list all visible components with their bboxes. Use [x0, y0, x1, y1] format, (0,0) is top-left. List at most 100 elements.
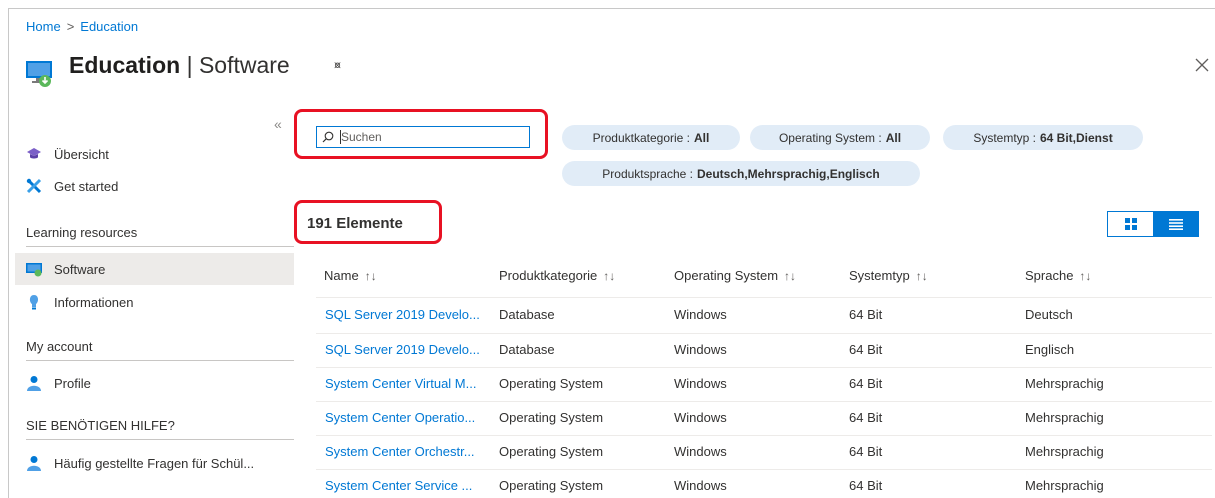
sidebar-item-label: Profile [54, 375, 91, 391]
grid-view-button[interactable] [1108, 212, 1153, 236]
section-my-account: My account [26, 339, 294, 361]
sort-icon: ↑↓ [1079, 269, 1092, 283]
row-name-link[interactable]: System Center Orchestr... [325, 444, 475, 459]
filter-produktsprache[interactable]: Produktsprache : Deutsch,Mehrsprachig,Eng… [562, 161, 920, 186]
graduation-cap-icon [26, 146, 42, 162]
search-input[interactable] [341, 130, 521, 144]
search-icon [322, 131, 334, 143]
sort-icon: ↑↓ [784, 269, 797, 283]
sort-icon: ↑↓ [603, 269, 616, 283]
row-name-link[interactable]: SQL Server 2019 Develo... [325, 307, 480, 322]
close-icon[interactable] [1195, 58, 1209, 72]
search-box[interactable] [316, 126, 530, 148]
filter-label: Systemtyp : [973, 130, 1036, 145]
row-category: Operating System [499, 444, 604, 459]
row-category: Operating System [499, 478, 604, 493]
row-systemtyp: 64 Bit [849, 342, 883, 357]
row-name-link[interactable]: System Center Service ... [325, 478, 472, 493]
collapse-sidebar-button[interactable]: « [274, 116, 282, 132]
breadcrumb-education-link[interactable]: Education [80, 19, 138, 34]
row-os: Windows [674, 410, 727, 425]
sidebar-item-label: Informationen [54, 294, 134, 310]
sidebar-item-overview[interactable]: Übersicht [26, 146, 109, 162]
person-icon [26, 455, 42, 471]
row-sprache: Mehrsprachig [1025, 478, 1104, 493]
column-header-systemtyp[interactable]: Systemtyp ↑↓ [849, 268, 928, 283]
info-icon [26, 294, 42, 310]
row-category: Database [499, 342, 555, 357]
row-systemtyp: 64 Bit [849, 410, 883, 425]
column-header-operating-system[interactable]: Operating System ↑↓ [674, 268, 796, 283]
row-systemtyp: 64 Bit [849, 444, 883, 459]
sidebar-item-software[interactable]: Software [26, 261, 105, 277]
software-download-icon [26, 61, 52, 87]
breadcrumb-separator: > [66, 19, 75, 34]
page-title-sub: Software [198, 52, 290, 78]
row-category: Operating System [499, 410, 604, 425]
row-category: Database [499, 307, 555, 322]
sidebar-item-get-started[interactable]: Get started [26, 178, 118, 194]
row-os: Windows [674, 342, 727, 357]
column-header-sprache[interactable]: Sprache ↑↓ [1025, 268, 1091, 283]
tools-icon [26, 178, 42, 194]
sort-icon: ↑↓ [364, 269, 377, 283]
row-divider [316, 469, 1212, 470]
row-os: Windows [674, 444, 727, 459]
filter-systemtyp[interactable]: Systemtyp : 64 Bit,Dienst [943, 125, 1143, 150]
column-header-label: Name [324, 268, 359, 283]
column-header-name[interactable]: Name ↑↓ [324, 268, 377, 283]
list-view-button[interactable] [1153, 212, 1198, 236]
column-header-label: Produktkategorie [499, 268, 598, 283]
sidebar-item-informationen[interactable]: Informationen [26, 294, 134, 310]
sidebar-item-profile[interactable]: Profile [26, 375, 91, 391]
row-sprache: Deutsch [1025, 307, 1073, 322]
row-systemtyp: 64 Bit [849, 478, 883, 493]
row-systemtyp: 64 Bit [849, 307, 883, 322]
section-learning-resources: Learning resources [26, 225, 294, 247]
list-icon [1168, 218, 1183, 230]
filter-produktkategorie[interactable]: Produktkategorie : All [562, 125, 740, 150]
sidebar-item-faq[interactable]: Häufig gestellte Fragen für Schül... [26, 455, 254, 471]
column-header-label: Operating System [674, 268, 779, 283]
page-title-separator: | [186, 52, 193, 78]
sort-icon: ↑↓ [915, 269, 928, 283]
row-category: Operating System [499, 376, 604, 391]
row-sprache: Mehrsprachig [1025, 444, 1104, 459]
sidebar-item-label: Häufig gestellte Fragen für Schül... [54, 455, 255, 471]
row-sprache: Mehrsprachig [1025, 410, 1104, 425]
row-divider [316, 367, 1212, 368]
grid-icon [1124, 218, 1137, 230]
row-divider [316, 435, 1212, 436]
view-toggle [1107, 211, 1199, 237]
row-os: Windows [674, 307, 727, 322]
sidebar-item-label: Übersicht [54, 146, 109, 162]
filter-label: Operating System : [778, 130, 882, 145]
results-count: 191 Elemente [307, 215, 403, 232]
sidebar-item-label: Get started [54, 178, 119, 194]
row-os: Windows [674, 376, 727, 391]
row-divider [316, 297, 1212, 298]
row-sprache: Mehrsprachig [1025, 376, 1104, 391]
breadcrumb-home-link[interactable]: Home [26, 19, 61, 34]
row-divider [316, 401, 1212, 402]
row-os: Windows [674, 478, 727, 493]
sidebar-item-label: Software [54, 261, 106, 277]
section-help: SIE BENÖTIGEN HILFE? [26, 418, 294, 440]
page-title-main: Education [69, 52, 181, 78]
filter-label: Produktkategorie : [592, 130, 691, 145]
row-name-link[interactable]: System Center Virtual M... [325, 376, 476, 391]
column-header-label: Systemtyp [849, 268, 910, 283]
filter-operating-system[interactable]: Operating System : All [750, 125, 930, 150]
person-icon [26, 375, 42, 391]
filter-label: Produktsprache : [602, 166, 693, 181]
filter-value: All [694, 130, 710, 145]
row-name-link[interactable]: SQL Server 2019 Develo... [325, 342, 480, 357]
row-systemtyp: 64 Bit [849, 376, 883, 391]
row-name-link[interactable]: System Center Operatio... [325, 410, 475, 425]
column-header-produktkategorie[interactable]: Produktkategorie ↑↓ [499, 268, 615, 283]
column-header-label: Sprache [1025, 268, 1074, 283]
filter-value: Deutsch,Mehrsprachig,Englisch [697, 166, 880, 181]
software-icon [26, 261, 42, 277]
page-title: Education | Software [69, 52, 290, 79]
filter-value: 64 Bit,Dienst [1040, 130, 1113, 145]
